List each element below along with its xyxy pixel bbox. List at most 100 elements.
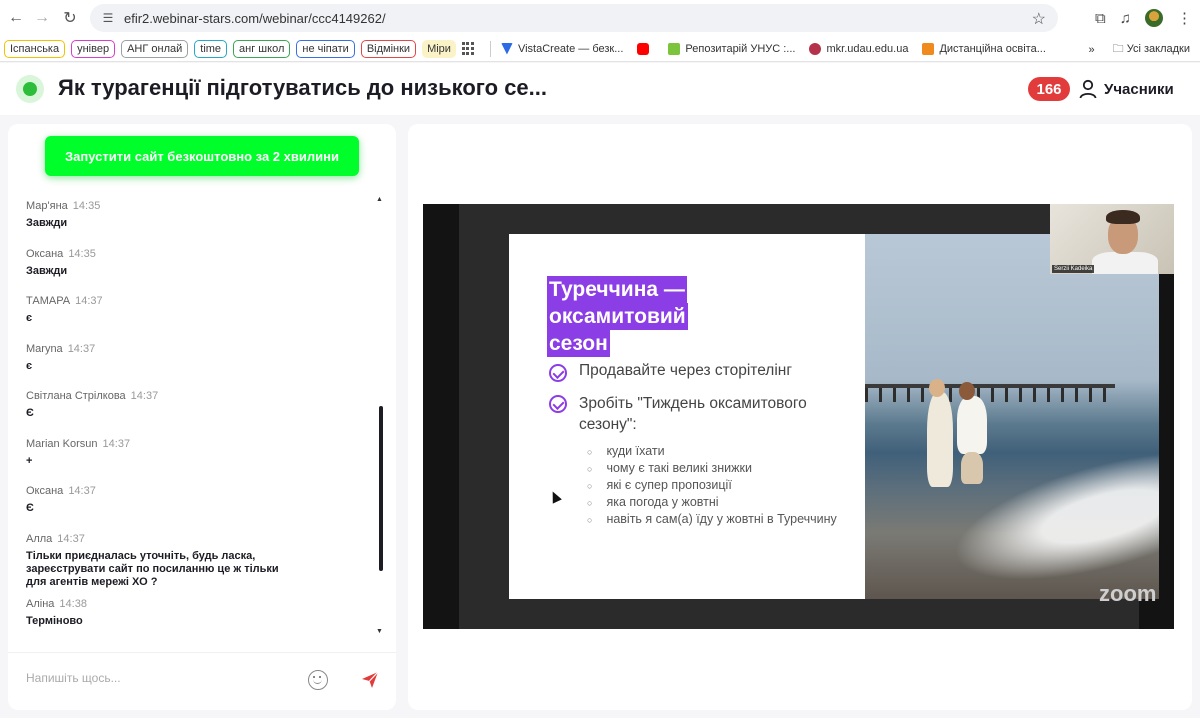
slide-title: Туреччина — оксамитовий сезон — [547, 276, 707, 357]
apps-grid-icon[interactable] — [461, 41, 476, 56]
message-time: 14:37 — [67, 343, 96, 355]
browser-toolbar: ← → ↻ ☰ efir2.webinar-stars.com/webinar/… — [0, 0, 1200, 36]
message-author: Maryna — [26, 343, 63, 355]
speaker-hair — [1106, 210, 1140, 224]
address-bar[interactable]: ☰ efir2.webinar-stars.com/webinar/ccc414… — [90, 4, 1058, 32]
message-time: 14:37 — [75, 295, 103, 307]
chat-message: Оксана 14:35 Завжди — [26, 248, 366, 278]
chat-message: Світлана Стрілкова 14:37 Є — [26, 390, 366, 420]
bookmark-folder-ang-school[interactable]: анг школ — [233, 39, 291, 58]
woman-head — [929, 379, 945, 397]
scrollbar-thumb[interactable] — [379, 406, 383, 571]
more-bookmarks-icon[interactable]: » — [1089, 44, 1095, 56]
bookmark-distance-learning[interactable]: Дистанційна освіта... — [922, 42, 1046, 55]
video-stream[interactable]: Туреччина — оксамитовий сезон Продавайте… — [423, 204, 1174, 629]
message-text: Тільки приєдналась уточніть, будь ласка,… — [26, 550, 279, 588]
zoom-watermark: zoom — [1099, 581, 1157, 606]
bookmark-vistacreate[interactable]: VistaCreate — безк... — [500, 42, 624, 55]
bookmark-star-icon[interactable]: ☆ — [1032, 9, 1046, 29]
youtube-icon — [637, 42, 650, 55]
bookmarks-bar: Іспанська універ АНГ онлай time анг школ… — [0, 36, 1200, 62]
message-time: 14:37 — [130, 390, 159, 402]
bookmark-mkr[interactable]: mkr.udau.edu.ua — [809, 42, 909, 55]
webinar-title: Як турагенції підготуватись до низького … — [58, 75, 548, 100]
participants-button[interactable]: Учасники — [1078, 77, 1174, 101]
check-circle-icon — [549, 364, 567, 382]
scroll-up-arrow-icon[interactable]: ▲ — [376, 196, 383, 203]
bookmark-label: Дистанційна освіта... — [939, 42, 1046, 55]
message-text: є — [26, 360, 33, 372]
bookmark-folder-ispanska[interactable]: Іспанська — [4, 39, 66, 58]
chat-message-input[interactable] — [26, 667, 286, 689]
extensions-icon[interactable]: ⧉ — [1095, 10, 1106, 27]
bookmark-youtube[interactable] — [637, 42, 654, 55]
man-head — [959, 382, 975, 400]
bookmark-label: VistaCreate — безк... — [517, 42, 624, 55]
chat-panel: Запустити сайт безкоштовно за 2 хвилини … — [8, 124, 396, 710]
chat-message: Marian Korsun 14:37 + — [26, 438, 366, 468]
slide-sub-point: чому є такі великі знижки — [587, 460, 837, 477]
forward-icon[interactable]: → — [28, 4, 56, 32]
slide-point-text: Продавайте через сторітелінг — [579, 362, 792, 379]
profile-avatar[interactable] — [1145, 9, 1163, 27]
bookmark-folder-ne-chipaty[interactable]: не чіпати — [296, 39, 355, 58]
slide-sub-point: куди їхати — [587, 443, 837, 460]
folder-icon: 🗀 — [1112, 43, 1124, 55]
man-figure — [957, 396, 987, 454]
message-text: є — [26, 312, 33, 324]
message-author: Аліна — [26, 598, 55, 610]
message-time: 14:35 — [72, 200, 101, 212]
media-control-icon[interactable]: ♫ — [1120, 10, 1131, 27]
browser-menu-icon[interactable]: ⋮ — [1177, 9, 1192, 27]
bookmark-repository[interactable]: Репозитарій УНУС :... — [668, 42, 795, 55]
slide-title-line: Туреччина — — [547, 276, 687, 303]
emoji-icon[interactable] — [308, 670, 328, 690]
check-circle-icon — [549, 395, 567, 413]
man-legs — [961, 452, 983, 484]
speaker-shirt — [1092, 252, 1158, 274]
chat-messages[interactable]: Мар'яна 14:35 Завжди Оксана 14:35 Завжди Т… — [26, 196, 366, 636]
message-time: 14:37 — [57, 533, 85, 545]
site-settings-icon[interactable]: ☰ — [100, 10, 116, 26]
message-time: 14:35 — [68, 248, 96, 260]
message-text: Є — [26, 502, 34, 514]
speaker-name: Serzii Kadeika — [1052, 265, 1095, 273]
all-bookmarks[interactable]: 🗀 Усі закладки — [1113, 40, 1190, 59]
repository-icon — [668, 42, 681, 55]
message-text: Терміново — [26, 615, 83, 627]
slide-point: Зробіть "Тиждень оксамитового сезону": — [549, 393, 839, 435]
all-bookmarks-label: Усі закладки — [1126, 43, 1190, 55]
bookmark-folder-time[interactable]: time — [194, 39, 228, 58]
launch-site-button[interactable]: Запустити сайт безкоштовно за 2 хвилини — [45, 136, 359, 176]
person-icon — [1079, 79, 1097, 99]
bookmark-label: mkr.udau.edu.ua — [826, 42, 909, 55]
slide-point: Продавайте через сторітелінг — [549, 362, 792, 382]
bookmark-folder-miry[interactable]: Міри — [422, 39, 456, 58]
chat-message: Maryna 14:37 є — [26, 343, 366, 373]
message-author: Світлана Стрілкова — [26, 390, 126, 402]
message-text: Завжди — [26, 217, 68, 229]
message-author: ТАМАРА — [26, 295, 71, 307]
bookmarks-separator — [489, 40, 491, 57]
slide-title-line: сезон — [547, 330, 610, 357]
vistacreate-icon — [500, 42, 513, 55]
message-time: 14:37 — [68, 485, 96, 497]
slide-sub-point: яка погода у жовтні — [587, 494, 837, 511]
bookmark-folder-ang-online[interactable]: АНГ онлай — [121, 39, 189, 58]
back-icon[interactable]: ← — [2, 4, 30, 32]
address-url: efir2.webinar-stars.com/webinar/ccc41492… — [124, 10, 386, 26]
shared-screen: Туреччина — оксамитовий сезон Продавайте… — [459, 204, 1159, 629]
scroll-down-arrow-icon[interactable]: ▼ — [376, 628, 383, 635]
slide-sub-point: навіть я сам(а) їду у жовтні в Туреччину — [587, 511, 836, 528]
send-icon[interactable] — [360, 670, 380, 690]
participants-label: Учасники — [1104, 80, 1174, 98]
message-time: 14:37 — [102, 438, 131, 450]
message-author: Мар'яна — [26, 200, 68, 212]
reload-icon[interactable]: ↻ — [56, 4, 84, 32]
bookmark-folder-vidminky[interactable]: Відмінки — [360, 39, 417, 58]
bookmark-folder-univer[interactable]: універ — [71, 39, 116, 58]
chat-message: Мар'яна 14:35 Завжди — [26, 200, 366, 230]
slide-sub-list: куди їхати чому є такі великі знижки які… — [587, 443, 837, 528]
woman-figure — [927, 392, 953, 487]
chat-scrollbar[interactable]: ▲ ▼ — [376, 196, 383, 636]
